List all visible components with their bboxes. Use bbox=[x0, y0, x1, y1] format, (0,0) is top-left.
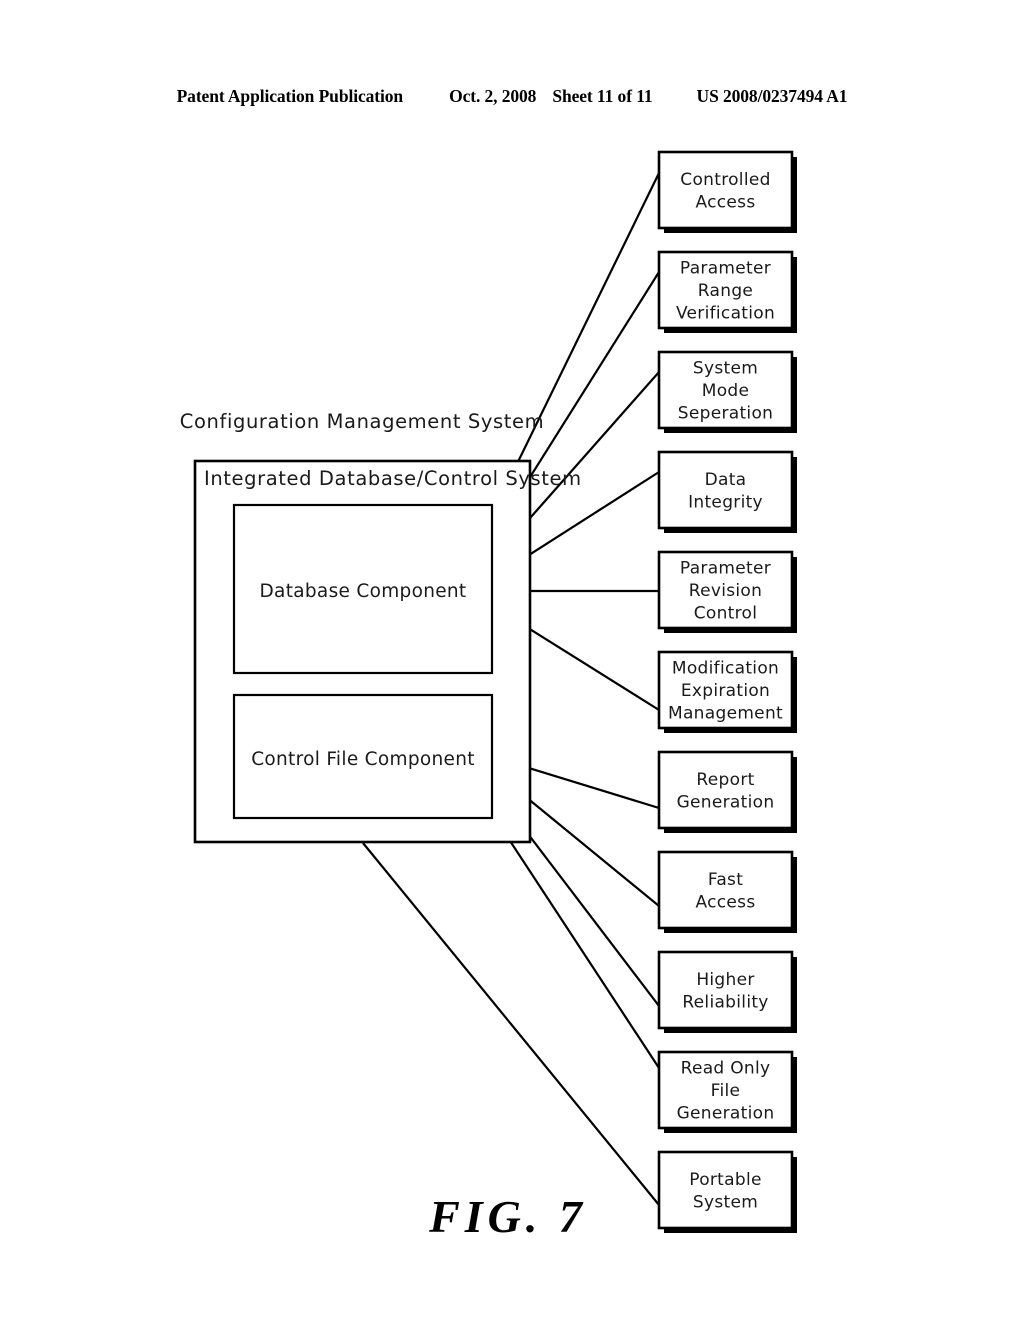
feature-box-fast-access: FastAccess bbox=[657, 850, 797, 933]
feature-label-line: Report bbox=[696, 770, 754, 790]
box-fill bbox=[659, 752, 792, 828]
feature-label-line: Seperation bbox=[678, 404, 773, 424]
feature-box-parameter-range-verification: ParameterRange Verification bbox=[657, 250, 797, 333]
feature-label-line: Access bbox=[696, 892, 756, 912]
feature-label-line: Verification bbox=[676, 304, 775, 324]
figure-7-diagram: Configuration Management System Integrat… bbox=[0, 0, 1024, 1320]
feature-label-line: Modification bbox=[672, 659, 779, 679]
feature-box-report-generation: ReportGeneration bbox=[657, 750, 797, 833]
feature-label-line: Fast bbox=[708, 870, 743, 890]
box-fill bbox=[659, 952, 792, 1028]
feature-label-line: File bbox=[711, 1081, 741, 1101]
feature-label-line: Generation bbox=[677, 1104, 775, 1124]
figure-caption: FIG. 7 bbox=[428, 1191, 587, 1242]
feature-label-line: Data bbox=[705, 470, 747, 490]
feature-label-line: Parameter bbox=[680, 559, 771, 579]
feature-label-line: Revision bbox=[689, 581, 762, 601]
feature-box-portable-system: PortableSystem bbox=[657, 1150, 797, 1233]
feature-label-line: Controlled bbox=[680, 170, 770, 190]
box-fill bbox=[659, 1152, 792, 1228]
feature-box-parameter-revision-control: ParameterRevision Control bbox=[657, 550, 797, 633]
feature-label-line: Read Only bbox=[681, 1059, 771, 1079]
box-fill bbox=[659, 152, 792, 228]
feature-label-line: Access bbox=[696, 192, 756, 212]
feature-box-controlled-access: ControlledAccess bbox=[657, 150, 797, 233]
box-fill bbox=[659, 452, 792, 528]
feature-label-line: System bbox=[693, 359, 758, 379]
control-file-component-label: Control File Component bbox=[251, 749, 475, 770]
feature-label-line: Expiration bbox=[681, 681, 770, 701]
feature-box-modification-expiration-management: ModificationExpiration Management bbox=[657, 650, 797, 733]
feature-box-higher-reliability: HigherReliability bbox=[657, 950, 797, 1033]
database-component-box: Database Component bbox=[232, 503, 494, 675]
feature-label-line: Higher bbox=[696, 970, 754, 990]
feature-label-line: Reliability bbox=[682, 992, 768, 1012]
control-file-component-box: Control File Component bbox=[232, 693, 494, 820]
feature-label-line: Mode bbox=[702, 381, 750, 401]
feature-label-line: Generation bbox=[677, 792, 775, 812]
feature-label-line: Control bbox=[694, 604, 758, 624]
database-component-label: Database Component bbox=[260, 581, 467, 602]
configuration-management-system-label: Configuration Management System bbox=[180, 410, 544, 433]
feature-box-read-only-file-generation: Read OnlyFile Generation bbox=[657, 1050, 797, 1133]
feature-label-line: Management bbox=[668, 704, 783, 724]
connector-to-read-only-file-generation bbox=[492, 814, 660, 1069]
feature-label-line: System bbox=[693, 1192, 758, 1212]
feature-label-line: Parameter bbox=[680, 259, 771, 279]
integrated-database-control-system-label: Integrated Database/Control System bbox=[204, 467, 582, 490]
feature-label-line: Integrity bbox=[688, 492, 763, 512]
feature-label-line: Portable bbox=[689, 1170, 762, 1190]
box-fill bbox=[659, 852, 792, 928]
feature-label-line: Range bbox=[698, 281, 753, 301]
connector-to-portable-system bbox=[362, 842, 660, 1206]
feature-box-column: ControlledAccessParameterRangeVerificati… bbox=[657, 150, 797, 1233]
feature-box-data-integrity: DataIntegrity bbox=[657, 450, 797, 533]
feature-box-system-mode-seperation: SystemMode Seperation bbox=[657, 350, 797, 433]
